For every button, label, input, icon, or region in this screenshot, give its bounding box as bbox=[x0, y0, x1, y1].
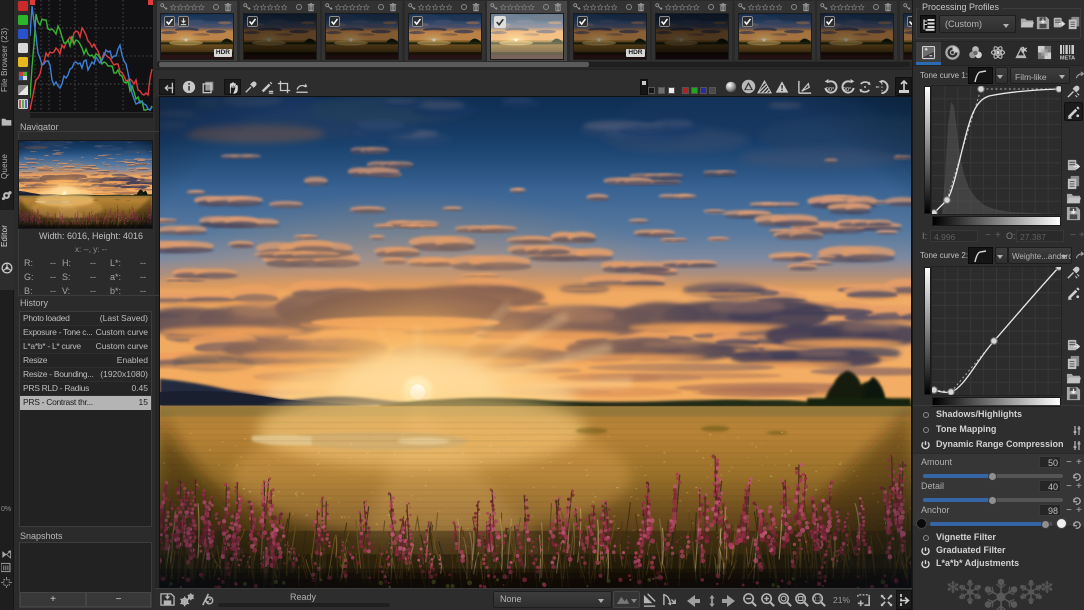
svg-text:1:1: 1:1 bbox=[814, 597, 822, 603]
svg-text:META: META bbox=[1060, 56, 1075, 61]
svg-text:90°: 90° bbox=[843, 87, 852, 93]
svg-text:90°: 90° bbox=[826, 87, 835, 93]
